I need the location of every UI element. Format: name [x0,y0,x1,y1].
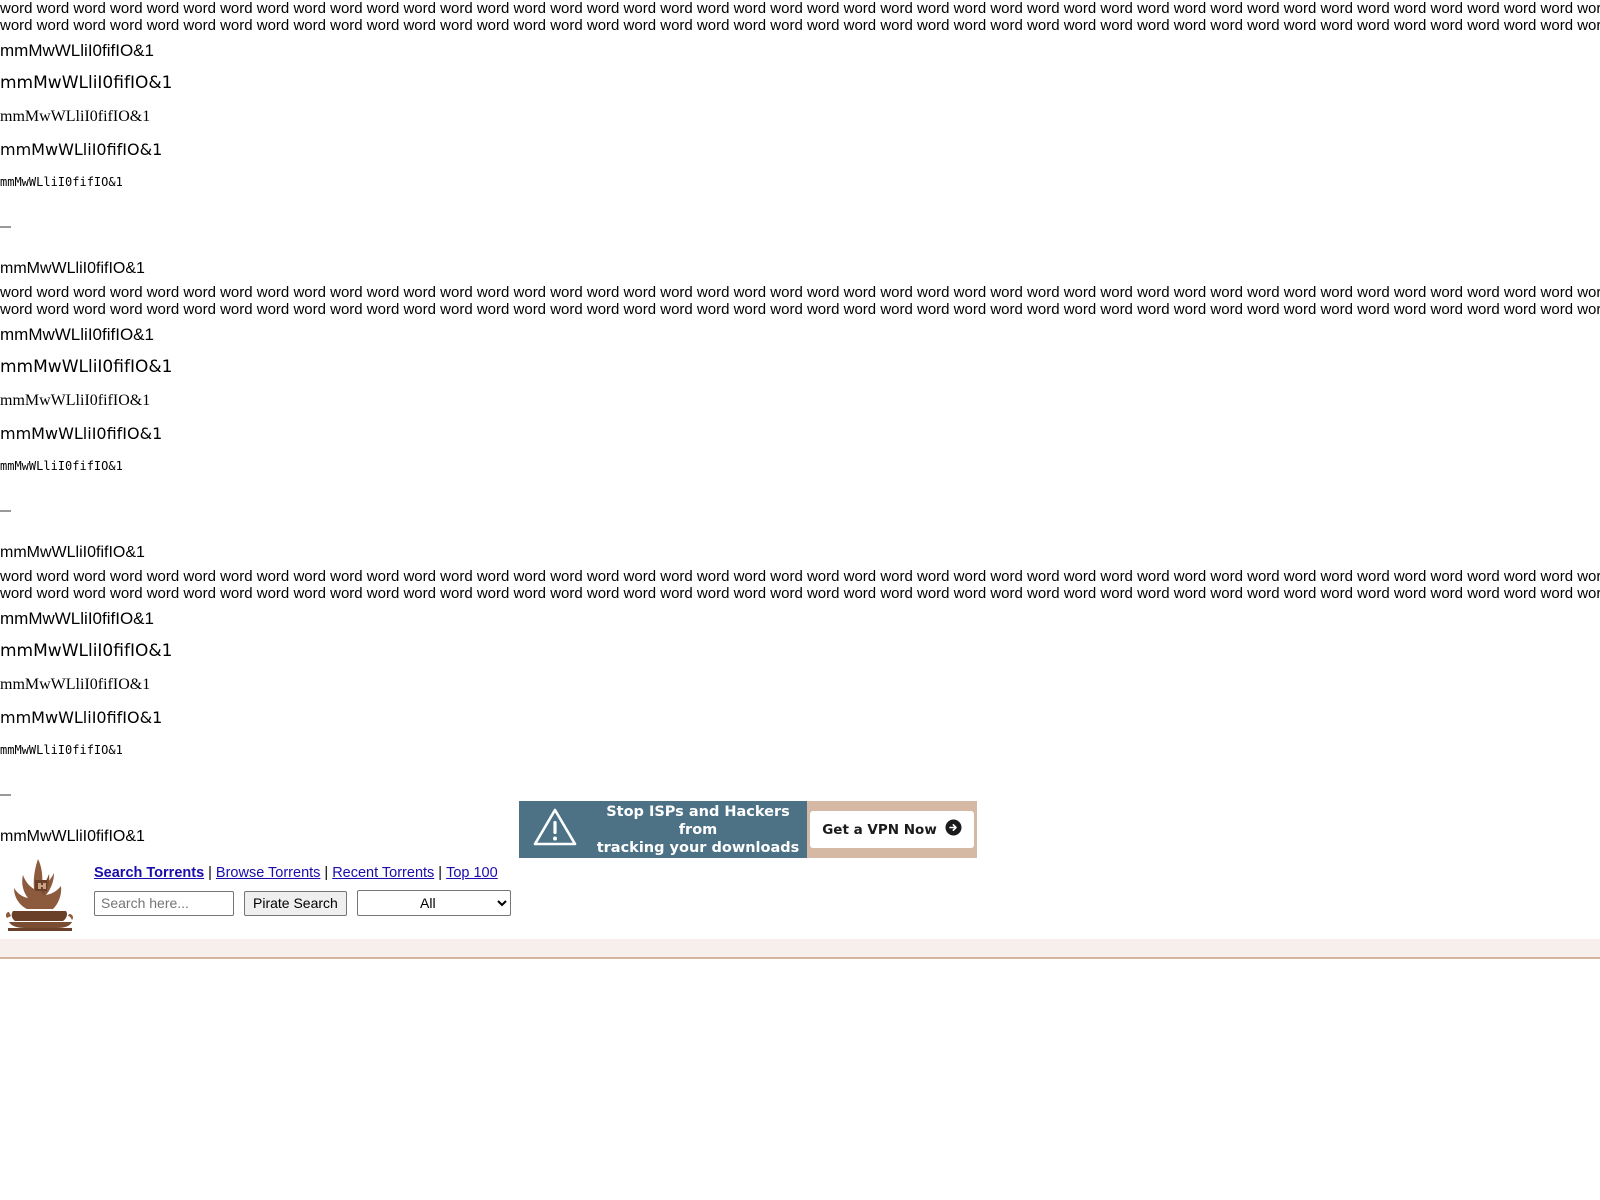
word-overflow-line: word word word word word word word word … [0,585,1600,602]
primary-nav: Search Torrents | Browse Torrents | Recent T… [94,864,498,882]
search-form: Pirate Search AllAudioVideoApplicationsG… [94,890,511,916]
vpn-ad-banner[interactable]: Stop ISPs and Hackers from tracking your… [519,801,977,858]
nav-separator: | [438,865,443,881]
get-vpn-now-button[interactable]: Get a VPN Now [810,811,974,848]
nav-link-search-torrents[interactable]: Search Torrents [94,865,204,881]
sample-sans-bold: mmMwWLliI0fifIO&1 [0,708,163,727]
content-spacer [0,959,1600,1059]
sample-sans-large: mmMwWLliI0fifIO&1 [0,41,154,60]
sample-serif: mmMwWLliI0fifIO&1 [0,108,151,125]
vpn-cta-panel: Get a VPN Now [807,801,977,858]
search-input[interactable] [94,890,234,916]
word-overflow-line: word word word word word word word word … [0,17,1600,34]
vpn-headline: Stop ISPs and Hackers from tracking your… [589,803,807,857]
font-rendering-test-section: word word word word word word word word … [0,0,1600,852]
pirate-search-button[interactable]: Pirate Search [244,890,347,916]
get-vpn-now-label: Get a VPN Now [822,821,937,838]
nav-separator: | [324,865,329,881]
sample-lead-line: mmMwWLliI0fifIO&1 [0,260,145,277]
sample-monospace: mmMwWLliI0fifIO&1 [0,459,123,473]
section-divider-rule [0,226,11,228]
vpn-headline-line2: tracking your downloads [596,839,800,856]
sample-serif: mmMwWLliI0fifIO&1 [0,676,151,693]
nav-links: Search Torrents | Browse Torrents | Recent T… [94,864,498,882]
nav-link-browse-torrents[interactable]: Browse Torrents [216,865,321,881]
section-divider-rule [0,794,11,796]
sample-monospace: mmMwWLliI0fifIO&1 [0,175,123,189]
word-overflow-line: word word word word word word word word … [0,284,1600,301]
header-divider-band [0,939,1600,959]
word-overflow-line: word word word word word word word word … [0,301,1600,318]
sample-sans-large: mmMwWLliI0fifIO&1 [0,609,154,628]
vpn-headline-line1: Stop ISPs and Hackers from [606,803,790,838]
sample-sans-bold: mmMwWLliI0fifIO&1 [0,424,163,443]
vpn-message-panel: Stop ISPs and Hackers from tracking your… [519,801,807,858]
sample-lead-line: mmMwWLliI0fifIO&1 [0,544,145,561]
sample-monospace: mmMwWLliI0fifIO&1 [0,743,123,757]
nav-link-top-100[interactable]: Top 100 [446,865,498,881]
arrow-right-circle-icon [945,819,962,840]
sample-dejavu-sans: mmMwWLliI0fifIO&1 [0,641,173,661]
word-overflow-line: word word word word word word word word … [0,568,1600,585]
word-overflow-line: word word word word word word word word … [0,0,1600,17]
sample-dejavu-sans: mmMwWLliI0fifIO&1 [0,73,173,93]
site-header: Search Torrents | Browse Torrents | Recent T… [0,852,1600,939]
warning-triangle-icon [533,807,577,852]
category-select[interactable]: AllAudioVideoApplicationsGamesPornOther [356,890,511,916]
sample-serif: mmMwWLliI0fifIO&1 [0,392,151,409]
nav-link-recent-torrents[interactable]: Recent Torrents [332,865,434,881]
section-divider-rule [0,510,11,512]
nav-separator: | [208,865,212,881]
pirate-ship-logo[interactable] [5,856,75,936]
sample-sans-large: mmMwWLliI0fifIO&1 [0,325,154,344]
sample-sans-bold: mmMwWLliI0fifIO&1 [0,140,163,159]
sample-dejavu-sans: mmMwWLliI0fifIO&1 [0,357,173,377]
